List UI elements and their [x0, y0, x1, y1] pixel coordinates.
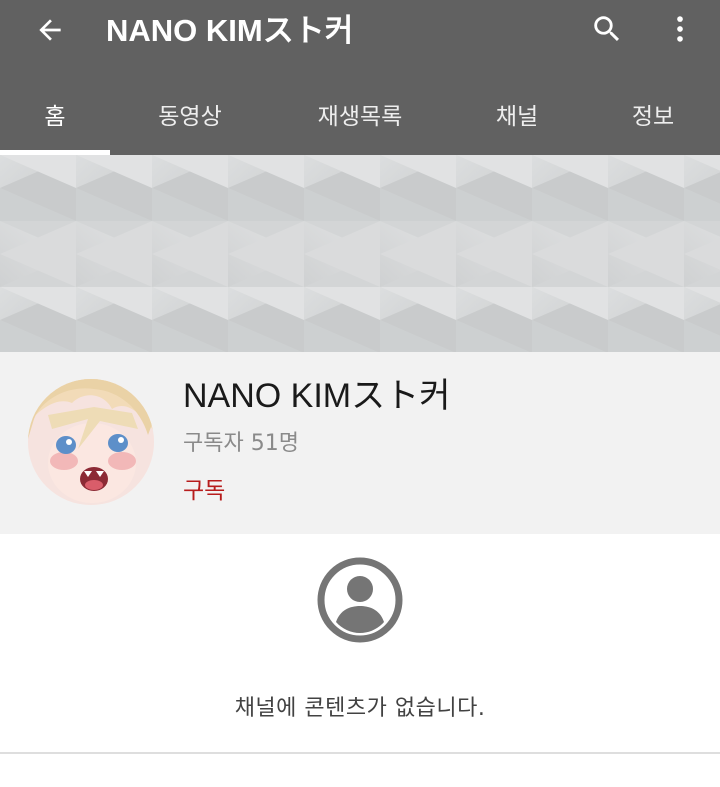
banner-pattern	[0, 155, 720, 352]
more-options-button[interactable]	[660, 6, 700, 52]
tab-home[interactable]: 홈	[0, 75, 110, 155]
channel-name: NANO KIMスト커	[183, 377, 451, 415]
more-vert-icon	[677, 16, 683, 42]
tab-channels[interactable]: 채널	[470, 75, 564, 155]
search-button[interactable]	[584, 6, 630, 52]
top-toolbar: NANO KIMスト커	[0, 0, 720, 60]
channel-avatar[interactable]	[28, 379, 154, 505]
search-icon	[594, 16, 620, 42]
avatar-image	[28, 379, 154, 505]
page-title: NANO KIMスト커	[106, 13, 354, 48]
tab-playlists[interactable]: 재생목록	[290, 75, 430, 155]
empty-message: 채널에 콘텐츠가 없습니다.	[234, 696, 486, 721]
subscriber-count: 구독자 51명	[183, 431, 299, 456]
channel-tabs: 홈 동영상 재생목록 채널 정보	[0, 75, 720, 155]
tab-about[interactable]: 정보	[606, 75, 700, 155]
channel-header: NANO KIMスト커 구독자 51명 구독	[0, 352, 720, 534]
account-circle-icon	[317, 557, 403, 643]
subscribe-button[interactable]: 구독	[183, 474, 225, 508]
empty-state: 채널에 콘텐츠가 없습니다.	[0, 534, 720, 752]
app-bar: NANO KIMスト커 홈 동영상 재생목록 채널 정보	[0, 0, 720, 155]
back-button[interactable]	[22, 6, 78, 54]
channel-banner	[0, 155, 720, 352]
tab-videos[interactable]: 동영상	[130, 75, 250, 155]
divider	[0, 752, 720, 754]
arrow-back-icon	[39, 19, 61, 41]
